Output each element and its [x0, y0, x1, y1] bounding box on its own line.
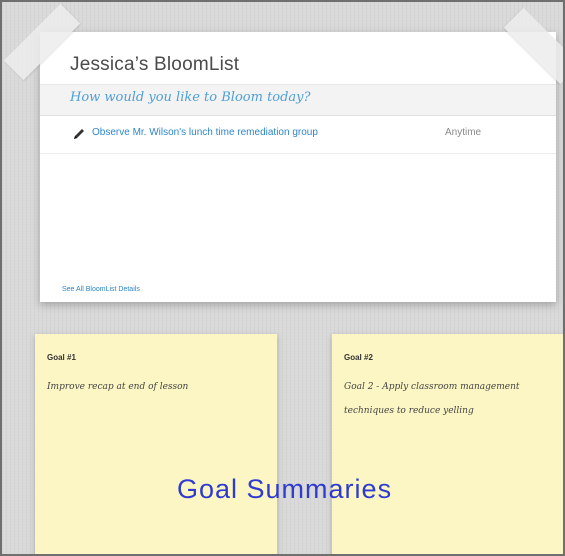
bloomlist-task-row[interactable]: Observe Mr. Wilson's lunch time remediat…	[40, 115, 556, 154]
bloom-prompt[interactable]: How would you like to Bloom today?	[70, 90, 311, 105]
task-when: Anytime	[445, 127, 482, 138]
bloomlist-card: Jessica’s BloomList How would you like t…	[40, 32, 556, 302]
goal-2-text: Goal 2 - Apply classroom management tech…	[344, 382, 520, 416]
bloom-prompt-bar[interactable]: How would you like to Bloom today?	[40, 84, 556, 116]
bloomlist-title: Jessica’s BloomList	[70, 54, 240, 75]
corkboard-frame: Jessica’s BloomList How would you like t…	[0, 0, 565, 556]
goal-1-title: Goal #1	[47, 353, 76, 362]
goal-2-title: Goal #2	[344, 353, 373, 362]
goal-summaries-caption: Goal Summaries	[177, 474, 393, 504]
pencil-icon[interactable]	[72, 127, 86, 141]
see-all-bloomlist-link[interactable]: See All BloomList Details	[62, 286, 140, 293]
goal-note-2[interactable]: Goal #2 Goal 2 - Apply classroom managem…	[332, 334, 563, 554]
goal-1-text: Improve recap at end of lesson	[47, 382, 189, 392]
task-link[interactable]: Observe Mr. Wilson's lunch time remediat…	[92, 127, 318, 138]
goal-note-1[interactable]: Goal #1 Improve recap at end of lesson	[35, 334, 277, 554]
